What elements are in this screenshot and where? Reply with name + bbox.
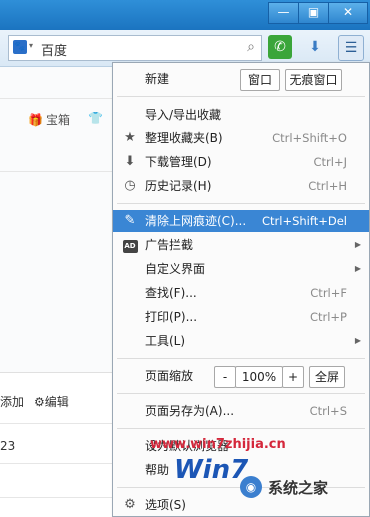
minimize-button[interactable]: — — [268, 2, 299, 24]
new-incognito-window-button[interactable]: 无痕窗口 — [285, 69, 342, 91]
star-icon: ★ — [124, 130, 136, 145]
gift-icon: 🎁 — [28, 113, 43, 127]
search-icon[interactable]: ⌕ — [247, 39, 255, 55]
ad-block-icon: AD — [122, 234, 138, 256]
download-icon: ⬇ — [124, 154, 136, 169]
menu-icon[interactable]: ☰ — [338, 35, 364, 61]
separator — [117, 203, 365, 204]
menu-item-downloads[interactable]: ⬇ 下载管理(D) Ctrl+J — [113, 151, 369, 173]
shirt-icon: 👕 — [88, 111, 103, 125]
title-bar: — ▣ ✕ — [0, 0, 370, 30]
search-box[interactable]: 🐾 ▾ 百度 ⌕ — [8, 35, 262, 61]
bookmark-panel: 添加 ⚙编辑 23 — [0, 372, 112, 516]
chevron-right-icon: ▶ — [354, 240, 361, 249]
shirt-link[interactable]: 👕 — [88, 111, 106, 125]
menu-item-adblock[interactable]: AD 广告拦截 ▶ — [113, 234, 369, 256]
divider — [0, 423, 112, 424]
phone-icon[interactable]: ✆ — [268, 35, 292, 59]
chevron-down-icon[interactable]: ▾ — [29, 41, 33, 50]
new-window-button[interactable]: 窗口 — [240, 69, 280, 91]
divider — [0, 171, 112, 172]
separator — [117, 358, 365, 359]
divider — [0, 98, 112, 99]
menu-item-print[interactable]: 打印(P)... Ctrl+P — [113, 306, 369, 328]
divider — [0, 497, 112, 498]
chevron-right-icon: ▶ — [354, 336, 361, 345]
menu-item-import-export[interactable]: 导入/导出收藏 — [113, 104, 369, 126]
separator — [117, 428, 365, 429]
maximize-button[interactable]: ▣ — [298, 2, 329, 24]
menu-item-tools[interactable]: 工具(L) ▶ — [113, 330, 369, 352]
number-text: 23 — [0, 439, 16, 453]
zoom-level: 100% — [235, 366, 283, 388]
gear-icon: ⚙ — [34, 395, 45, 409]
globe-icon: ◉ — [240, 476, 262, 498]
menu-item-find[interactable]: 查找(F)... Ctrl+F — [113, 282, 369, 304]
clock-icon: ◷ — [124, 178, 136, 193]
zoom-out-button[interactable]: - — [214, 366, 236, 388]
menu-item-options[interactable]: ⚙ 选项(S) — [113, 494, 369, 516]
menu-item-save-as[interactable]: 页面另存为(A)... Ctrl+S — [113, 400, 369, 422]
separator — [117, 393, 365, 394]
separator — [117, 96, 365, 97]
chevron-right-icon: ▶ — [354, 264, 361, 273]
menu-item-customize[interactable]: 自定义界面 ▶ — [113, 258, 369, 280]
treasure-box-link[interactable]: 🎁 宝箱 — [28, 111, 70, 128]
search-input[interactable]: 百度 — [41, 40, 67, 59]
gear-icon: ⚙ — [124, 497, 136, 512]
download-icon[interactable]: ⬇ — [303, 35, 327, 59]
watermark-url: www.win7zhijia.cn — [150, 437, 286, 452]
menu-item-organize-favorites[interactable]: ★ 整理收藏夹(B) Ctrl+Shift+O — [113, 127, 369, 149]
fullscreen-button[interactable]: 全屏 — [309, 366, 345, 388]
zoom-in-button[interactable]: + — [282, 366, 304, 388]
close-button[interactable]: ✕ — [328, 2, 368, 24]
watermark-site-name: 系统之家 — [268, 479, 329, 497]
broom-icon: ✎ — [124, 213, 136, 228]
baidu-paw-icon[interactable]: 🐾 — [13, 40, 27, 54]
edit-link[interactable]: ⚙编辑 — [34, 393, 69, 410]
watermark-logo: Win7 — [174, 455, 249, 485]
divider — [0, 463, 112, 464]
add-link[interactable]: 添加 — [0, 393, 24, 410]
menu-item-history[interactable]: ◷ 历史记录(H) Ctrl+H — [113, 175, 369, 197]
menu-item-clear-history[interactable]: ✎ 清除上网痕迹(C)... Ctrl+Shift+Del — [113, 210, 369, 232]
